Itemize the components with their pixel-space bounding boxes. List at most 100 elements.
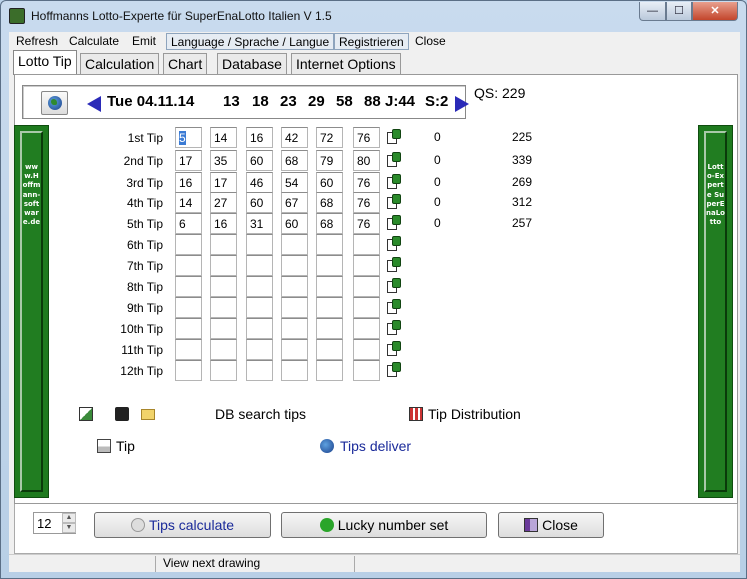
tip-edit-icon[interactable] <box>386 341 402 357</box>
tip-number-value[interactable]: 35 <box>214 154 227 168</box>
tip-number-field[interactable] <box>316 276 343 297</box>
tip-number-value[interactable]: 16 <box>179 176 192 190</box>
menu-calculate[interactable]: Calculate <box>65 33 123 50</box>
tips-deliver-button[interactable]: Tips deliver <box>340 438 411 454</box>
tip-number-value[interactable]: 16 <box>250 131 263 145</box>
tip-edit-icon[interactable] <box>386 215 402 231</box>
tip-edit-icon[interactable] <box>386 362 402 378</box>
tip-number-field[interactable]: 68 <box>316 213 343 234</box>
tip-number-field[interactable] <box>353 255 380 276</box>
tips-calculate-button[interactable]: Tips calculate <box>94 512 271 538</box>
tip-number-field[interactable]: 14 <box>210 127 237 148</box>
print-tip-button[interactable]: Tip <box>116 438 135 454</box>
tip-number-value[interactable]: 17 <box>214 176 227 190</box>
tip-number-value[interactable]: 46 <box>250 176 263 190</box>
tip-number-field[interactable] <box>316 255 343 276</box>
tip-number-value[interactable]: 72 <box>320 131 333 145</box>
tip-distribution-icon[interactable] <box>409 407 423 421</box>
tip-number-value[interactable]: 54 <box>285 176 298 190</box>
tip-number-field[interactable] <box>246 276 273 297</box>
tip-number-value[interactable]: 5 <box>179 131 186 145</box>
tip-number-field[interactable]: 54 <box>281 172 308 193</box>
tip-number-field[interactable]: 60 <box>281 213 308 234</box>
tip-number-field[interactable] <box>246 339 273 360</box>
tip-number-field[interactable] <box>210 234 237 255</box>
tip-number-field[interactable]: 76 <box>353 172 380 193</box>
next-drawing-arrow-icon[interactable] <box>455 96 469 112</box>
open-folder-icon[interactable] <box>141 409 155 420</box>
tip-number-value[interactable]: 6 <box>179 217 186 231</box>
minimize-button[interactable]: — <box>639 2 666 21</box>
tip-number-field[interactable]: 60 <box>246 150 273 171</box>
tip-count-stepper[interactable]: 12 ▲ ▼ <box>33 512 76 534</box>
tip-number-field[interactable]: 35 <box>210 150 237 171</box>
maximize-button[interactable]: ☐ <box>666 2 692 21</box>
tip-number-field[interactable] <box>281 339 308 360</box>
tip-number-field[interactable]: 46 <box>246 172 273 193</box>
tip-number-field[interactable] <box>246 360 273 381</box>
tip-number-field[interactable]: 68 <box>316 192 343 213</box>
tab-calculation[interactable]: Calculation <box>80 53 160 75</box>
tip-number-field[interactable] <box>316 360 343 381</box>
tip-number-value[interactable]: 60 <box>320 176 333 190</box>
tip-number-field[interactable] <box>316 234 343 255</box>
lucky-number-set-button[interactable]: Lucky number set <box>281 512 487 538</box>
tip-number-field[interactable] <box>281 318 308 339</box>
tip-number-field[interactable]: 31 <box>246 213 273 234</box>
tip-number-field[interactable] <box>175 318 202 339</box>
tip-number-field[interactable] <box>281 297 308 318</box>
tip-number-field[interactable] <box>353 234 380 255</box>
tip-number-value[interactable]: 14 <box>214 131 227 145</box>
edit-tip-icon[interactable] <box>79 407 93 421</box>
tip-number-value[interactable]: 80 <box>357 154 370 168</box>
tip-number-field[interactable] <box>175 339 202 360</box>
globe-button[interactable] <box>41 91 68 115</box>
tip-number-field[interactable] <box>210 360 237 381</box>
tip-number-field[interactable]: 76 <box>353 213 380 234</box>
tip-number-field[interactable] <box>353 318 380 339</box>
tip-number-field[interactable] <box>316 297 343 318</box>
menu-registrieren[interactable]: Registrieren <box>334 33 409 50</box>
tip-number-value[interactable]: 60 <box>285 217 298 231</box>
globe-icon[interactable] <box>320 439 334 453</box>
save-icon[interactable] <box>115 407 129 421</box>
menu-refresh[interactable]: Refresh <box>12 33 62 50</box>
tip-edit-icon[interactable] <box>386 299 402 315</box>
tip-number-field[interactable]: 16 <box>210 213 237 234</box>
tip-number-field[interactable] <box>175 234 202 255</box>
tip-number-field[interactable] <box>175 360 202 381</box>
tip-number-field[interactable] <box>175 297 202 318</box>
tip-number-field[interactable]: 80 <box>353 150 380 171</box>
tip-edit-icon[interactable] <box>386 236 402 252</box>
tip-number-field[interactable]: 79 <box>316 150 343 171</box>
tip-number-field[interactable] <box>210 339 237 360</box>
tab-lotto-tip[interactable]: Lotto Tip <box>13 50 77 75</box>
tip-number-value[interactable]: 60 <box>250 196 263 210</box>
menu-emit[interactable]: Emit <box>128 33 160 50</box>
tip-number-field[interactable] <box>175 276 202 297</box>
tip-number-field[interactable]: 14 <box>175 192 202 213</box>
tip-number-field[interactable]: 17 <box>175 150 202 171</box>
tip-number-field[interactable] <box>210 318 237 339</box>
tip-number-field[interactable] <box>353 339 380 360</box>
tip-number-field[interactable] <box>316 339 343 360</box>
tip-number-field[interactable] <box>210 276 237 297</box>
tip-number-field[interactable]: 27 <box>210 192 237 213</box>
tip-number-field[interactable]: 67 <box>281 192 308 213</box>
menu-close[interactable]: Close <box>411 33 450 50</box>
tip-number-field[interactable] <box>246 318 273 339</box>
tip-number-value[interactable]: 17 <box>179 154 192 168</box>
tip-number-field[interactable]: 16 <box>246 127 273 148</box>
tip-number-value[interactable]: 76 <box>357 196 370 210</box>
tip-number-field[interactable] <box>281 234 308 255</box>
tip-number-field[interactable] <box>281 276 308 297</box>
tip-number-value[interactable]: 68 <box>320 196 333 210</box>
tip-edit-icon[interactable] <box>386 152 402 168</box>
tip-number-field[interactable]: 16 <box>175 172 202 193</box>
tip-number-field[interactable] <box>353 276 380 297</box>
tip-number-field[interactable] <box>353 297 380 318</box>
tip-number-field[interactable]: 17 <box>210 172 237 193</box>
tip-number-field[interactable] <box>353 360 380 381</box>
tip-number-value[interactable]: 68 <box>320 217 333 231</box>
stepper-down-icon[interactable]: ▼ <box>62 523 76 533</box>
